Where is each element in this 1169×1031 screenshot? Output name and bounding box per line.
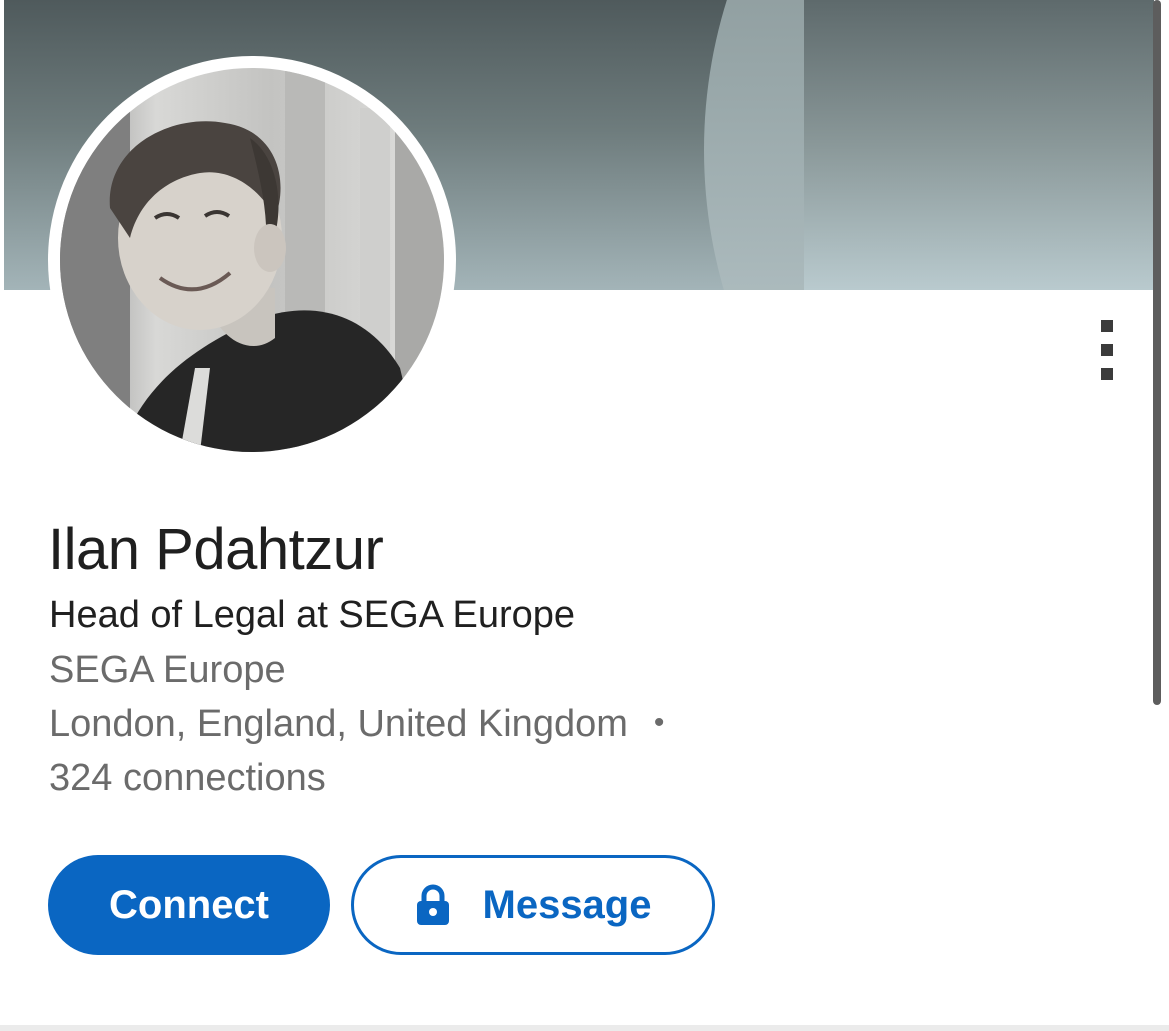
profile-card: Ilan Pdahtzur Head of Legal at SEGA Euro… <box>0 0 1169 1031</box>
more-options-icon[interactable] <box>1092 316 1122 386</box>
more-dot <box>1101 320 1113 332</box>
profile-connections[interactable]: 324 connections <box>49 757 326 800</box>
lock-icon <box>416 884 449 925</box>
more-dot <box>1101 368 1113 380</box>
connect-button[interactable]: Connect <box>48 855 330 955</box>
profile-photo <box>60 68 444 452</box>
message-button-label: Message <box>482 882 652 927</box>
scrollbar[interactable] <box>1153 0 1161 705</box>
section-divider <box>0 1025 1169 1031</box>
banner-panel <box>804 0 1154 290</box>
profile-location: London, England, United Kingdom <box>49 703 628 745</box>
more-dot <box>1101 344 1113 356</box>
separator-dot: • <box>653 706 665 739</box>
profile-company[interactable]: SEGA Europe <box>49 649 286 692</box>
connect-button-label: Connect <box>109 882 269 927</box>
profile-headline: Head of Legal at SEGA Europe <box>49 594 576 636</box>
profile-name: Ilan Pdahtzur <box>48 517 384 582</box>
message-button[interactable]: Message <box>351 855 715 955</box>
profile-location-row: London, England, United Kingdom • <box>49 703 664 746</box>
avatar[interactable] <box>48 56 456 464</box>
profile-photo-illustration <box>60 68 444 452</box>
